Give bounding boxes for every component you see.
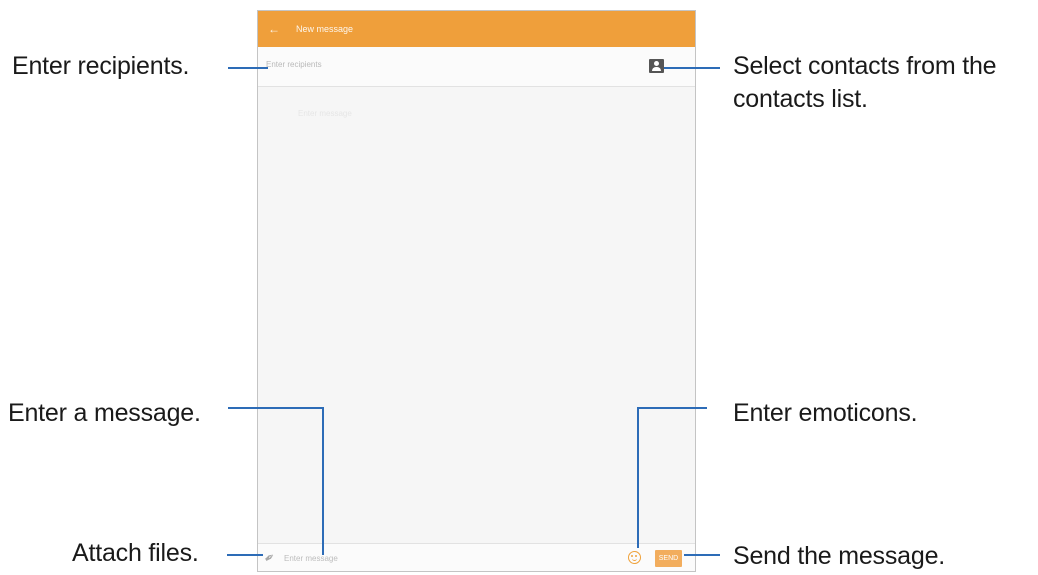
leader-line-message-horizontal	[228, 407, 323, 409]
attach-icon[interactable]: ✒	[261, 548, 279, 567]
leader-line-emoticons-horizontal	[637, 407, 707, 409]
emoticon-icon[interactable]	[628, 551, 641, 564]
callout-enter-recipients: Enter recipients.	[12, 52, 190, 80]
contacts-icon-head	[654, 61, 659, 66]
send-button[interactable]: SEND	[655, 550, 682, 567]
leader-line-message-vertical	[322, 407, 324, 555]
leader-line-recipients	[228, 67, 268, 69]
leader-line-send	[684, 554, 720, 556]
message-input[interactable]	[284, 554, 604, 563]
back-arrow-icon[interactable]: ←	[268, 23, 280, 35]
leader-line-emoticons-vertical	[637, 407, 639, 548]
app-bar-title: New message	[296, 24, 354, 34]
callout-select-contacts-line2: contacts list.	[733, 85, 868, 113]
conversation-area-hint: Enter message	[298, 109, 352, 118]
recipient-bar	[258, 47, 695, 87]
leader-line-contacts	[664, 67, 720, 69]
app-bar: ← New message	[258, 11, 695, 47]
callout-attach-files: Attach files.	[72, 539, 199, 567]
callout-enter-emoticons: Enter emoticons.	[733, 399, 918, 427]
recipient-input[interactable]	[266, 60, 626, 69]
callout-select-contacts-line1: Select contacts from the	[733, 52, 997, 80]
callout-send-message: Send the message.	[733, 542, 946, 570]
leader-line-attach	[227, 554, 263, 556]
callout-enter-message: Enter a message.	[8, 399, 201, 427]
contacts-icon[interactable]	[649, 59, 664, 73]
contacts-icon-body	[652, 67, 661, 71]
